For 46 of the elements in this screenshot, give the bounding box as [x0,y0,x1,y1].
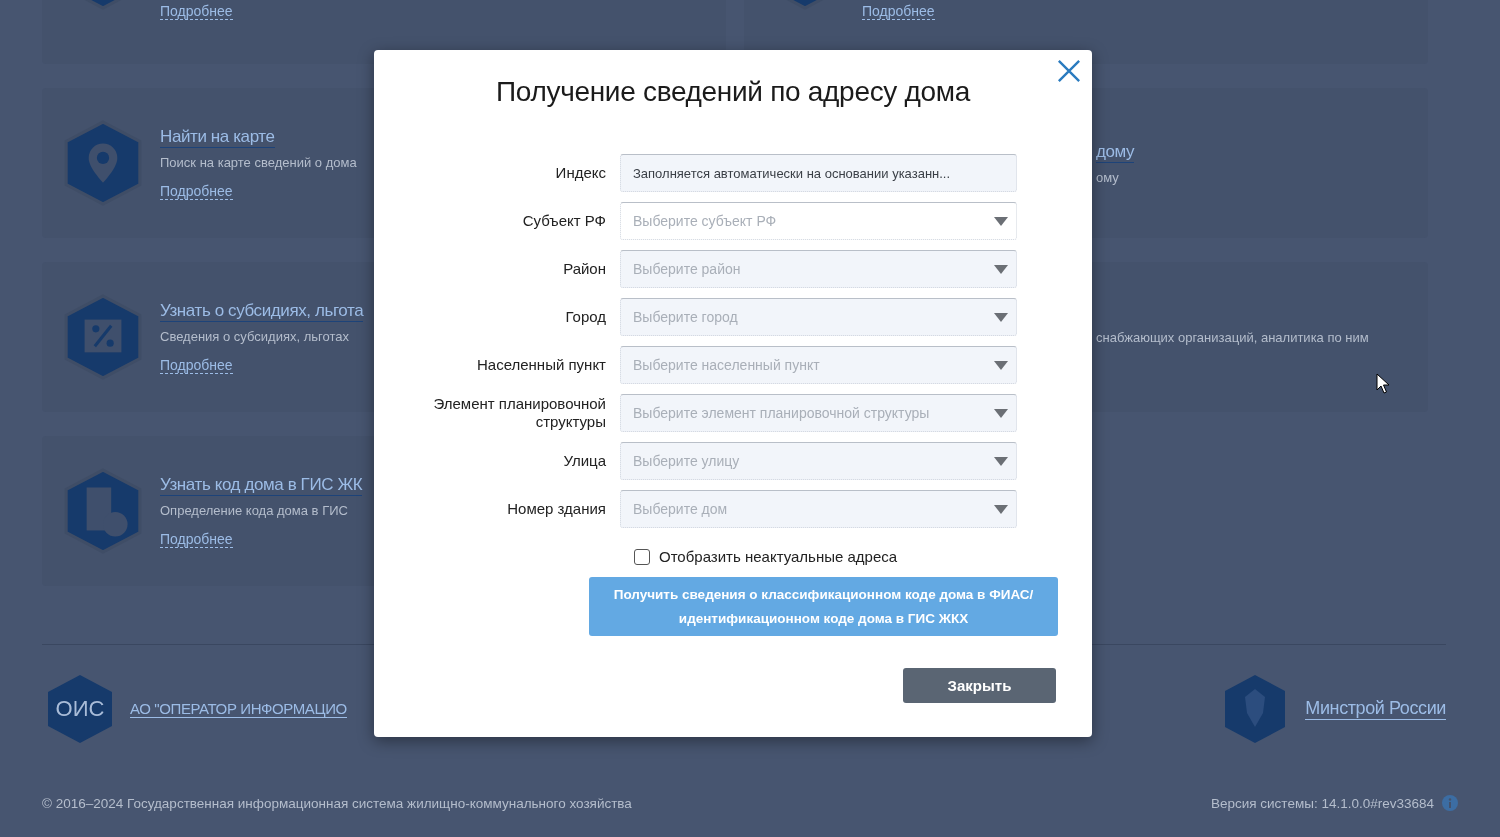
dropdown-arrow-icon [994,409,1008,418]
service-description: снабжающих организаций, аналитика по ним [1096,329,1369,345]
checkbox[interactable] [634,548,650,565]
service-description: Поиск на карте сведений о дома [160,154,357,170]
dropdown-arrow-icon [994,505,1008,514]
partner-link[interactable]: АО "ОПЕРАТОР ИНФОРМАЦИО [130,700,347,718]
service-description: Определение кода дома в ГИС [160,502,348,518]
field-label: Улица [562,452,606,470]
map-pin-icon [62,119,144,207]
select-field[interactable]: Выберите субъект РФ [620,202,1017,240]
checkbox-label: Отобразить неактуальные адреса [659,548,898,565]
mouse-cursor-icon [1376,373,1390,395]
field-label: Город [564,308,606,326]
field-label: Субъект РФ [521,212,606,230]
dropdown-arrow-icon [994,457,1008,466]
version-text: Версия системы: 14.1.0.0#rev33684 [1210,795,1434,811]
more-link[interactable]: Подробнее [160,182,233,200]
percent-coupon-icon [62,293,144,381]
field-label: Номер здания [506,500,606,518]
close-icon[interactable] [1057,59,1081,83]
close-button[interactable]: Закрыть [903,668,1056,703]
service-title-link[interactable]: Узнать код дома в ГИС ЖК [160,474,363,496]
service-title-link[interactable]: Найти на карте [160,126,275,148]
field-label: Элемент планировочной структуры [432,395,606,431]
field-label: Район [562,260,606,278]
coat-of-arms-logo [1223,673,1288,745]
dropdown-arrow-icon [994,265,1008,274]
more-link[interactable]: Подробнее [160,356,233,374]
field-label: Населенный пункт [475,356,606,374]
service-description: ому [1096,169,1119,185]
more-link[interactable]: Подробнее [862,3,935,20]
partner-link[interactable]: Минстрой России [1305,698,1446,720]
get-info-button[interactable]: Получить сведения о классификационном коде дома в ФИАС/ идентификационном коде дома в ГИС ЖКХ [589,577,1058,636]
dialog-title: Получение сведений по адресу дома [494,76,972,108]
copyright-text: © 2016–2024 Государственная информационная система жилищно-коммунального хозяйства [42,795,632,811]
field-label: Индекс [554,164,606,182]
dropdown-arrow-icon [994,361,1008,370]
dropdown-arrow-icon [994,313,1008,322]
more-link[interactable]: Подробнее [160,3,233,20]
ois-logo: ОИС [48,675,112,743]
service-description: Сведения о субсидиях, льготах [160,328,349,344]
service-title-link[interactable]: дому [1096,141,1135,163]
service-title-link[interactable]: Узнать о субсидиях, льгота [160,300,364,322]
dropdown-arrow-icon [994,217,1008,226]
more-link[interactable]: Подробнее [160,530,233,548]
building-number-icon [62,467,144,555]
